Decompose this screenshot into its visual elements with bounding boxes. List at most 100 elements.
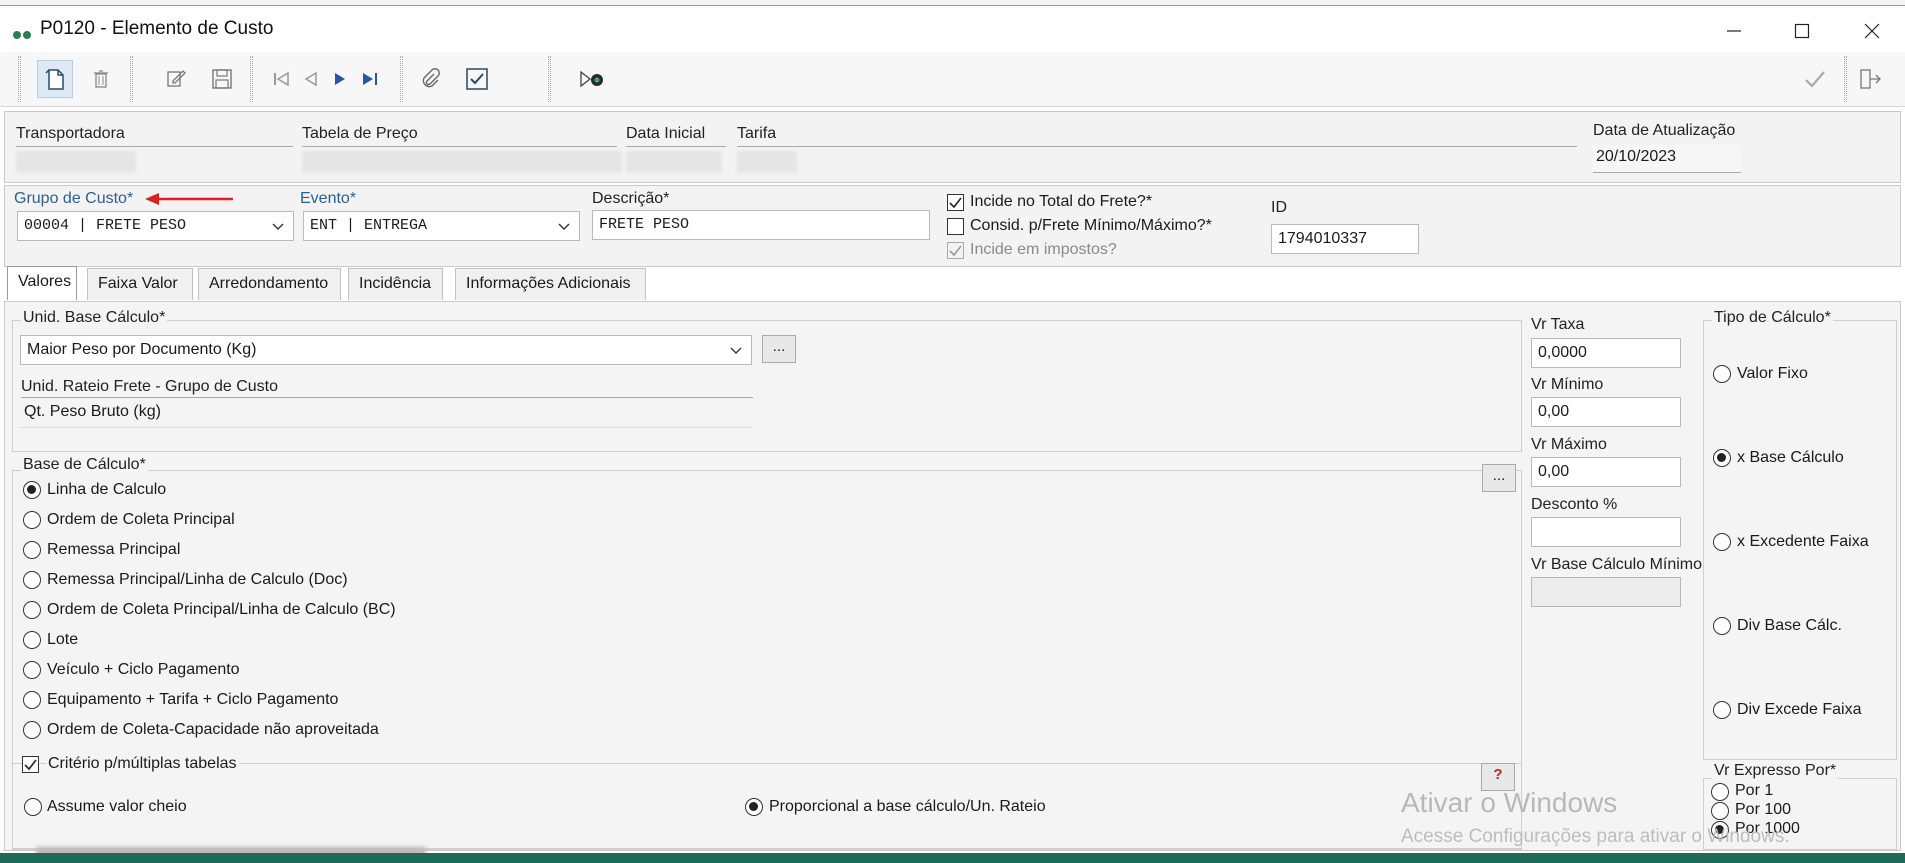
evento-value: ENT | ENTREGA <box>310 217 428 234</box>
tab-arredondamento[interactable]: Arredondamento <box>198 268 341 300</box>
tabela-label: Tabela de Preço <box>302 125 418 142</box>
base-option-radio[interactable] <box>23 631 41 649</box>
app-icon <box>13 26 33 44</box>
tipo-option-radio[interactable] <box>1713 365 1731 383</box>
vr-minimo-input[interactable]: 0,00 <box>1531 397 1681 427</box>
tab-informacoes-adicionais[interactable]: Informações Adicionais <box>455 268 646 300</box>
chevron-down-icon <box>558 223 570 230</box>
maximize-icon <box>1794 23 1810 39</box>
base-option-label: Equipamento + Tarifa + Ciclo Pagamento <box>47 691 339 708</box>
toolbar <box>0 52 1905 107</box>
tipo-option-radio[interactable] <box>1713 617 1731 635</box>
base-option-radio[interactable] <box>23 541 41 559</box>
proporcional-radio[interactable] <box>745 798 763 816</box>
base-option-radio[interactable] <box>23 511 41 529</box>
assume-radio[interactable] <box>24 798 42 816</box>
descricao-label: Descrição* <box>592 190 670 207</box>
unid-rateio-field: Qt. Peso Bruto (kg) <box>20 400 752 428</box>
base-option-radio[interactable] <box>23 481 41 499</box>
incide-total-checkbox[interactable] <box>947 194 964 211</box>
unid-base-lookup-button[interactable]: ... <box>762 335 796 363</box>
tipo-option-label: x Excedente Faixa <box>1737 533 1869 550</box>
grupo-custo-label: Grupo de Custo* <box>14 190 134 207</box>
criterio-checkbox[interactable] <box>22 756 39 773</box>
tab-faixa-valor[interactable]: Faixa Valor <box>87 268 193 300</box>
base-option-radio[interactable] <box>23 571 41 589</box>
base-option-radio[interactable] <box>23 601 41 619</box>
vr-taxa-input[interactable]: 0,0000 <box>1531 338 1681 368</box>
attach-button[interactable] <box>412 60 448 98</box>
base-option-radio[interactable] <box>23 661 41 679</box>
check-icon <box>24 759 37 771</box>
tipo-option-label: Div Base Cálc. <box>1737 617 1842 634</box>
base-calculo-lookup-button[interactable]: ... <box>1482 464 1516 492</box>
base-option-label: Ordem de Coleta-Capacidade não aproveita… <box>47 721 379 738</box>
next-icon <box>335 73 345 85</box>
close-button[interactable] <box>1840 12 1904 50</box>
vr-base-minimo-label: Vr Base Cálculo Mínimo <box>1531 556 1703 573</box>
form-panel: Grupo de Custo* 00004 | FRETE PESO Event… <box>4 185 1901 267</box>
desconto-label: Desconto % <box>1531 496 1618 513</box>
descricao-input[interactable]: FRETE PESO <box>592 210 930 240</box>
tarifa-value <box>737 151 797 173</box>
trash-icon <box>94 70 108 88</box>
windows-watermark-subtitle: Acesse Configurações para ativar o Windo… <box>1401 826 1790 847</box>
title-bar: P0120 - Elemento de Custo <box>0 6 1905 50</box>
base-option-label: Linha de Calculo <box>47 481 167 498</box>
id-field: 1794010337 <box>1271 224 1419 254</box>
first-icon <box>274 71 289 87</box>
last-icon <box>363 73 377 85</box>
check-box-icon <box>466 68 488 90</box>
paperclip-icon <box>422 68 440 88</box>
last-record-button[interactable] <box>352 60 388 98</box>
bottom-status-bar <box>0 853 1905 863</box>
tabela-value <box>302 151 622 173</box>
base-option-radio[interactable] <box>23 691 41 709</box>
delete-button[interactable] <box>83 60 119 98</box>
exit-button[interactable] <box>1852 60 1888 98</box>
vr-minimo-label: Vr Mínimo <box>1531 376 1604 393</box>
tipo-option-radio[interactable] <box>1713 533 1731 551</box>
criterio-label: Critério p/múltiplas tabelas <box>46 755 239 773</box>
expresso-option-label: Por 1 <box>1735 782 1774 799</box>
tipo-option-label: Div Excede Faixa <box>1737 701 1862 718</box>
incide-impostos-label: Incide em impostos? <box>970 241 1117 258</box>
consid-checkbox[interactable] <box>947 218 964 235</box>
tipo-option-radio[interactable] <box>1713 701 1731 719</box>
check-icon <box>949 245 962 257</box>
expresso-option-radio[interactable] <box>1711 802 1729 820</box>
vr-base-minimo-input <box>1531 577 1681 607</box>
data-atualizacao-label: Data de Atualização <box>1593 122 1736 139</box>
minimize-button[interactable] <box>1702 12 1766 50</box>
base-option-label: Veículo + Ciclo Pagamento <box>47 661 240 678</box>
tab-valores[interactable]: Valores <box>7 266 77 300</box>
minimize-icon <box>1727 30 1741 32</box>
base-option-label: Ordem de Coleta Principal/Linha de Calcu… <box>47 601 396 618</box>
transportadora-value <box>16 151 136 173</box>
maximize-button[interactable] <box>1770 12 1834 50</box>
run-button[interactable] <box>574 60 610 98</box>
tipo-option-label: x Base Cálculo <box>1737 449 1844 466</box>
approve-button[interactable] <box>1797 60 1833 98</box>
data-inicial-label: Data Inicial <box>626 125 706 142</box>
evento-select[interactable]: ENT | ENTREGA <box>303 211 580 241</box>
vr-maximo-input[interactable]: 0,00 <box>1531 457 1681 487</box>
confirm-button[interactable] <box>459 60 495 98</box>
desconto-input[interactable] <box>1531 517 1681 547</box>
chevron-down-icon <box>272 223 284 230</box>
unid-base-select[interactable]: Maior Peso por Documento (Kg) <box>20 335 752 365</box>
data-atualizacao-field: 20/10/2023 <box>1593 145 1741 173</box>
expresso-option-radio[interactable] <box>1711 783 1729 801</box>
data-inicial-value <box>626 151 722 173</box>
tipo-option-label: Valor Fixo <box>1737 365 1808 382</box>
base-option-radio[interactable] <box>23 721 41 739</box>
new-record-button[interactable] <box>37 60 73 98</box>
save-button[interactable] <box>204 60 240 98</box>
tab-incidencia[interactable]: Incidência <box>348 268 443 300</box>
new-document-icon <box>45 69 64 90</box>
grupo-custo-select[interactable]: 00004 | FRETE PESO <box>17 211 294 241</box>
base-option-label: Remessa Principal/Linha de Calculo (Doc) <box>47 571 348 588</box>
tipo-option-radio[interactable] <box>1713 449 1731 467</box>
tipo-calculo-label: Tipo de Cálculo* <box>1712 309 1833 327</box>
edit-button[interactable] <box>158 60 194 98</box>
